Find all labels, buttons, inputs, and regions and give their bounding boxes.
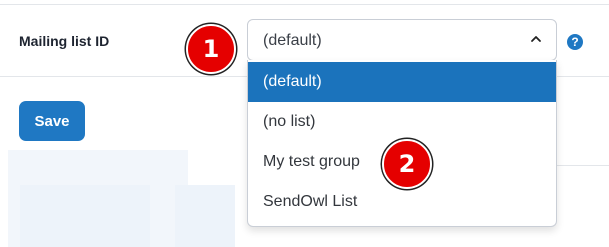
annotation-badge-1: 1 [186,24,236,74]
option-no-list[interactable]: (no list) [248,102,556,142]
chevron-up-icon [531,36,541,42]
annotation-badge-2: 2 [382,139,432,189]
background-panel-2 [20,185,150,247]
background-panel-3 [175,185,235,247]
save-button[interactable]: Save [19,101,85,141]
mailing-list-select[interactable]: (default) [247,19,557,61]
option-default[interactable]: (default) [248,62,556,102]
mailing-list-label: Mailing list ID [19,33,110,49]
help-icon[interactable]: ? [567,34,583,50]
select-current-value: (default) [263,32,322,49]
top-divider [0,4,609,5]
